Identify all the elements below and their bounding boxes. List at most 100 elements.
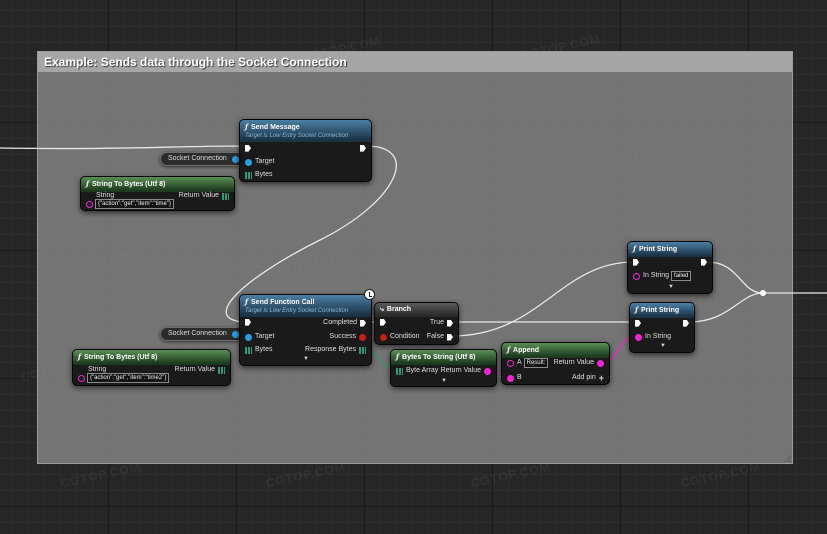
node-title: Print String: [639, 246, 678, 253]
chevron-down-icon[interactable]: ▼: [441, 378, 447, 384]
function-icon: ƒ: [78, 352, 82, 361]
socket-connection-variable[interactable]: Socket Connection: [160, 152, 244, 166]
watermark: CGTOP.COM: [59, 459, 142, 491]
exec-out-pin-icon[interactable]: [360, 319, 366, 327]
string-pin-icon[interactable]: [633, 272, 640, 280]
pin-label: Byte Array: [406, 367, 439, 374]
exec-out-pin-icon[interactable]: [683, 319, 689, 327]
function-icon: ƒ: [633, 244, 637, 253]
bytes-pin-icon[interactable]: [218, 366, 225, 374]
pin-label: True: [429, 319, 444, 326]
string-to-bytes-node[interactable]: ƒ String To Bytes (Utf 8) String {"action…: [72, 349, 231, 386]
exec-in-pin-icon[interactable]: [380, 318, 386, 326]
comment-title[interactable]: Example: Sends data through the Socket C…: [38, 52, 792, 72]
pin-label: Return Value: [553, 359, 594, 366]
pin-label: Response Bytes: [305, 346, 356, 353]
node-header: ƒ Send Function Call Target is Low Entry …: [240, 295, 371, 317]
node-subtitle: Target is Low Entry Socket Connection: [245, 133, 349, 139]
string-pin-icon[interactable]: [507, 374, 514, 382]
bool-pin-icon[interactable]: [359, 333, 366, 341]
pin-label: Bytes: [255, 346, 273, 353]
exec-out-pin-icon[interactable]: [447, 319, 453, 327]
pin-label: Completed: [323, 319, 357, 326]
node-header: ƒ Print String: [630, 303, 694, 318]
object-pin-icon[interactable]: [231, 331, 239, 338]
string-pin-icon[interactable]: [507, 359, 514, 367]
pin-label: Return Value: [440, 367, 481, 374]
node-title: Bytes To String (Utf 8): [402, 354, 476, 361]
node-header: ƒ Append: [502, 343, 609, 358]
string-pin-icon[interactable]: [635, 333, 642, 341]
string-input[interactable]: {"action":"get","item":"time"}: [94, 199, 175, 209]
bool-pin-icon[interactable]: [380, 333, 387, 341]
pin-label: Return Value: [178, 192, 219, 199]
string-input[interactable]: Result:: [523, 358, 549, 368]
print-string-node[interactable]: ƒ Print String In String failed ▼: [627, 241, 713, 294]
target-pin-icon[interactable]: [245, 333, 252, 341]
pin-label: False: [426, 333, 444, 340]
resize-grip[interactable]: [783, 454, 791, 462]
node-title: Send Function Call: [251, 299, 315, 306]
variable-label: Socket Connection: [168, 330, 227, 337]
node-header: ƒ Bytes To String (Utf 8): [391, 350, 496, 365]
pin-label: Target: [255, 333, 275, 340]
plus-icon[interactable]: +: [599, 373, 604, 383]
bytes-to-string-node[interactable]: ƒ Bytes To String (Utf 8) Byte Array Retu…: [390, 349, 497, 387]
pin-label: Bytes: [255, 171, 273, 178]
chevron-down-icon[interactable]: ▼: [668, 284, 674, 290]
function-icon: ƒ: [507, 345, 511, 354]
node-header: ƒ Print String: [628, 242, 712, 257]
pin-label: In String: [645, 333, 672, 340]
pin-label: Return Value: [174, 366, 215, 373]
pin-label: String: [96, 192, 115, 199]
exec-out-pin-icon[interactable]: [447, 333, 453, 341]
node-title: String To Bytes (Utf 8): [84, 354, 158, 361]
pin-label: B: [517, 374, 522, 381]
exec-in-pin-icon[interactable]: [635, 319, 641, 327]
pin-label: A: [517, 359, 522, 366]
bytes-pin-icon[interactable]: [359, 346, 366, 354]
function-icon: ƒ: [245, 122, 249, 131]
node-title: Send Message: [251, 124, 300, 131]
watermark: CGTOP.COM: [679, 459, 762, 491]
add-pin-button[interactable]: Add pin: [572, 374, 596, 381]
exec-out-pin-icon[interactable]: [701, 258, 707, 266]
chevron-down-icon[interactable]: ▼: [303, 356, 309, 362]
bytes-pin-icon[interactable]: [222, 192, 229, 200]
chevron-down-icon[interactable]: ▼: [660, 343, 666, 349]
send-message-node[interactable]: ƒ Send Message Target is Low Entry Socket…: [239, 119, 372, 182]
exec-out-pin-icon[interactable]: [360, 144, 366, 152]
node-header: ƒ String To Bytes (Utf 8): [73, 350, 230, 365]
string-pin-icon[interactable]: [484, 367, 491, 375]
exec-in-pin-icon[interactable]: [633, 258, 639, 266]
node-header: ƒ String To Bytes (Utf 8): [81, 177, 234, 192]
function-icon: ƒ: [86, 179, 90, 188]
string-input[interactable]: {"action":"get","item":"time2"}: [86, 373, 170, 383]
node-header: ƒ Send Message Target is Low Entry Socket…: [240, 120, 371, 142]
exec-in-pin-icon[interactable]: [245, 144, 251, 152]
target-pin-icon[interactable]: [245, 158, 252, 166]
string-pin-icon[interactable]: [86, 200, 93, 208]
bytes-pin-icon[interactable]: [245, 346, 252, 354]
pin-label: Target: [255, 158, 275, 165]
bytes-pin-icon[interactable]: [396, 367, 403, 375]
string-pin-icon[interactable]: [78, 374, 85, 382]
watermark: CGTOP.COM: [264, 459, 347, 491]
branch-node[interactable]: ⤷ Branch True Condition False: [374, 302, 459, 345]
string-pin-icon[interactable]: [597, 359, 604, 367]
string-input[interactable]: failed: [671, 271, 692, 281]
bytes-pin-icon[interactable]: [245, 171, 252, 179]
string-to-bytes-node[interactable]: ƒ String To Bytes (Utf 8) String {"action…: [80, 176, 235, 211]
append-node[interactable]: ƒ Append A Result: Return Value B Add pin…: [501, 342, 610, 385]
exec-in-pin-icon[interactable]: [245, 318, 251, 326]
object-pin-icon[interactable]: [231, 156, 239, 163]
node-title: String To Bytes (Utf 8): [92, 181, 166, 188]
watermark: CGTOP.COM: [469, 459, 552, 491]
function-icon: ƒ: [245, 297, 249, 306]
socket-connection-variable[interactable]: Socket Connection: [160, 327, 244, 341]
function-icon: ƒ: [396, 352, 400, 361]
pin-label: String: [88, 366, 107, 373]
print-string-node[interactable]: ƒ Print String In String ▼: [629, 302, 695, 353]
node-title: Print String: [641, 307, 680, 314]
send-function-call-node[interactable]: ƒ Send Function Call Target is Low Entry …: [239, 294, 372, 366]
